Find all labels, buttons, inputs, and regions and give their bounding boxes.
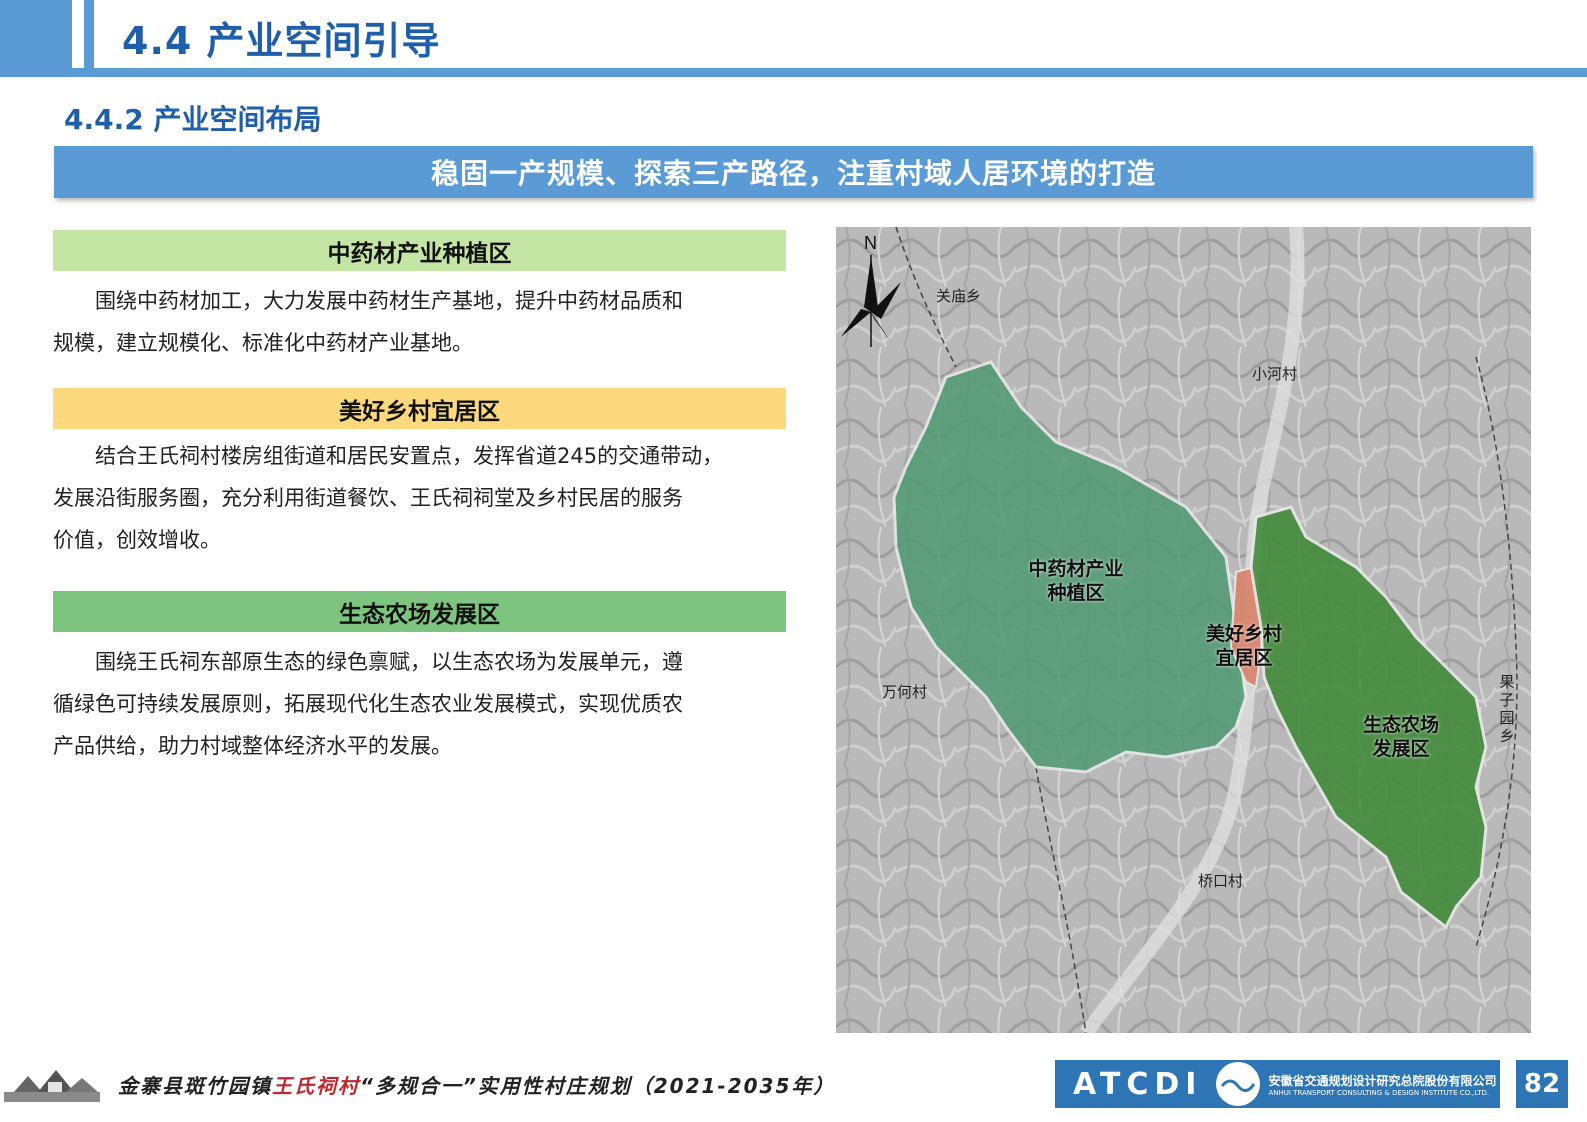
theme-banner-text: 稳固一产规模、探索三产路径，注重村域人居环境的打造	[430, 157, 1156, 190]
footer-title-part: “多规合一”实用性村庄规划（2021-2035年）	[360, 1074, 836, 1098]
zone-desc-line: 价值，创效增收。	[53, 528, 221, 552]
zone-header-herb: 中药材产业种植区	[53, 230, 786, 271]
header-accent-bar-thin	[84, 0, 94, 68]
logo-wave-icon	[1216, 1062, 1261, 1106]
zoning-map: 关庙乡 小河村 万何村 桥口村 果子园乡 中药材产业 种植区 美好乡村 宜居区 …	[836, 227, 1531, 1033]
header-accent-bar	[0, 0, 72, 68]
header-rule	[0, 68, 1587, 77]
zone-desc-line: 规模，建立规模化、标准化中药材产业基地。	[53, 331, 473, 355]
north-arrow-label: N	[864, 233, 877, 253]
page-number: 82	[1516, 1060, 1568, 1108]
zone-label-residential: 美好乡村 宜居区	[1198, 622, 1290, 670]
zone-desc-line: 围绕中药材加工，大力发展中药材生产基地，提升中药材品质和	[53, 289, 683, 313]
place-label: 关庙乡	[936, 287, 982, 305]
zone-label-line: 美好乡村	[1205, 623, 1282, 645]
place-label: 桥口村	[1198, 872, 1244, 890]
logo-wordmark: ATCDI	[1073, 1066, 1203, 1102]
zone-desc-eco: 围绕王氏祠东部原生态的绿色禀赋，以生态农场为发展单元，遵 循绿色可持续发展原则，…	[53, 641, 798, 767]
footer-title-part: 金寨县斑竹园镇	[118, 1074, 272, 1098]
theme-banner: 稳固一产规模、探索三产路径，注重村域人居环境的打造	[54, 146, 1533, 198]
zone-desc-line: 循绿色可持续发展原则，拓展现代化生态农业发展模式，实现优质农	[53, 692, 683, 716]
village-sketch-icon	[4, 1070, 100, 1102]
zone-desc-herb: 围绕中药材加工，大力发展中药材生产基地，提升中药材品质和 规模，建立规模化、标准…	[53, 280, 798, 364]
org-name-en: ANHUI TRANSPORT CONSULTING & DESIGN INST…	[1268, 1088, 1490, 1097]
page-title: 4.4 产业空间引导	[122, 19, 441, 63]
zone-label-line: 宜居区	[1215, 647, 1273, 669]
company-logo: ATCDI 安徽省交通规划设计研究总院股份有限公司 ANHUI TRANSPOR…	[1055, 1060, 1500, 1108]
zone-label-line: 发展区	[1372, 738, 1430, 760]
zone-desc-line: 发展沿街服务圈，充分利用街道餐饮、王氏祠祠堂及乡村民居的服务	[53, 486, 683, 510]
zone-header-residential: 美好乡村宜居区	[53, 388, 786, 429]
place-label-vertical: 果子园乡	[1499, 673, 1515, 745]
place-label: 小河村	[1252, 365, 1298, 383]
zone-label-herb: 中药材产业 种植区	[1021, 557, 1131, 605]
zone-desc-line: 结合王氏祠村楼房组街道和居民安置点，发挥省道245的交通带动，	[53, 444, 724, 468]
footer-village-name: 王氏祠村	[272, 1074, 360, 1098]
north-arrow-icon: N	[841, 233, 901, 347]
zone-label-line: 种植区	[1047, 582, 1105, 604]
footer-project-title: 金寨县斑竹园镇王氏祠村“多规合一”实用性村庄规划（2021-2035年）	[118, 1070, 835, 1099]
zone-header-eco: 生态农场发展区	[53, 591, 786, 632]
map-graphic	[836, 227, 1531, 1033]
zone-label-eco: 生态农场 发展区	[1356, 713, 1446, 761]
section-subtitle: 4.4.2 产业空间布局	[64, 103, 322, 136]
zone-label-line: 生态农场	[1362, 714, 1439, 736]
zone-desc-residential: 结合王氏祠村楼房组街道和居民安置点，发挥省道245的交通带动， 发展沿街服务圈，…	[53, 435, 798, 561]
zone-desc-line: 产品供给，助力村域整体经济水平的发展。	[53, 734, 452, 758]
place-label: 万何村	[882, 683, 928, 701]
zone-desc-line: 围绕王氏祠东部原生态的绿色禀赋，以生态农场为发展单元，遵	[53, 650, 683, 674]
org-name-cn: 安徽省交通规划设计研究总院股份有限公司	[1268, 1073, 1497, 1088]
zone-label-line: 中药材产业	[1028, 558, 1124, 580]
logo-org-name: 安徽省交通规划设计研究总院股份有限公司 ANHUI TRANSPORT CONS…	[1268, 1072, 1496, 1097]
